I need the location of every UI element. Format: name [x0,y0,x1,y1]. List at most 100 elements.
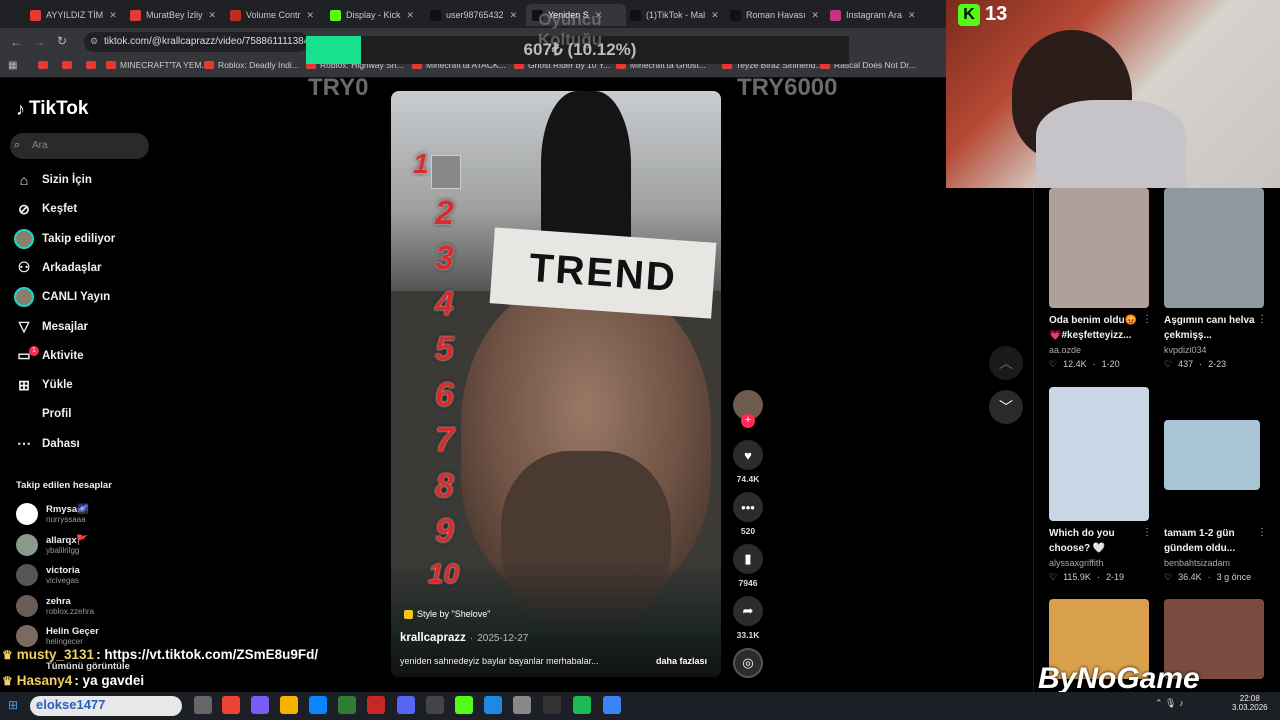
browser-tab[interactable]: Instagram Ara ✕ [830,4,926,26]
more-options-icon[interactable]: ⋮ [1142,314,1152,325]
taskbar-app-icon[interactable] [603,696,621,714]
following-item[interactable]: Rmysa🌌 nurryssaaa [16,503,89,525]
browser-tab[interactable]: Display - Kick ✕ [330,4,426,26]
tiktok-logo[interactable]: ♪ TikTok [16,98,88,120]
windows-start-icon[interactable]: ⊞ [8,698,18,712]
comment-button[interactable]: ••• 520 [733,492,763,536]
site-info-icon[interactable]: ⚙ [90,36,98,47]
more-options-icon[interactable]: ⋮ [1257,314,1267,325]
tab-label: Instagram Ara [846,10,903,20]
share-button[interactable]: ➦ 33.1K [733,596,763,640]
video-author[interactable]: krallcaprazz [400,632,466,644]
feed-caption[interactable]: choose? 🤍 [1049,542,1105,556]
taskbar-app-icon[interactable] [543,696,561,714]
youtube-bookmark-icon[interactable] [38,61,48,69]
music-disc-button[interactable]: ◎ [733,648,763,678]
more-link[interactable]: daha fazlası [656,656,707,666]
browser-tab[interactable]: Roman Havası ✕ [730,4,826,26]
feed-caption[interactable]: gündem oldu... [1164,542,1235,556]
taskbar-app-icon[interactable] [426,696,444,714]
sidebar-item[interactable]: ▽ Mesajlar [14,315,88,339]
feed-username[interactable]: kvpdizi034 [1164,345,1207,355]
taskbar-app-icon[interactable] [309,696,327,714]
taskbar-app-icon[interactable] [251,696,269,714]
clock[interactable]: 22:08 3.03.2026 [1232,694,1268,712]
sidebar-item[interactable]: Profil [14,402,71,426]
url-field[interactable]: tiktok.com/@krallcaprazz/video/758861111… [84,32,308,52]
feed-username[interactable]: aa.ozde [1049,345,1081,355]
sidebar-item[interactable]: ⊘ Keşfet [14,197,77,221]
tab-close-icon[interactable]: ✕ [908,10,916,21]
feed-caption[interactable]: 💗#keşfetteyizz... [1049,329,1132,343]
back-icon[interactable]: ← [10,35,22,49]
youtube-bookmark-icon[interactable] [62,61,72,69]
taskbar-app-icon[interactable] [573,696,591,714]
forward-icon[interactable]: → [33,35,45,49]
youtube-bookmark-icon[interactable] [86,61,96,69]
apps-icon[interactable]: ▦ [8,60,17,71]
next-video-button[interactable]: ﹀ [989,390,1023,424]
feed-thumbnail[interactable] [1049,188,1149,308]
tab-label: Roman Havası [746,10,806,20]
following-item[interactable]: victoria vicivegas [16,564,80,586]
sidebar-item[interactable]: ⚇ Arkadaşlar [14,256,102,280]
feed-meta: 2-19 [1105,572,1124,582]
browser-tab[interactable]: AYYILDIZ TİM ✕ [30,4,126,26]
taskbar-app-icon[interactable] [455,696,473,714]
taskbar-app-icon[interactable] [338,696,356,714]
sidebar-item[interactable]: ⋯ Dahası [14,432,80,456]
follow-plus-icon[interactable]: + [741,414,755,428]
browser-tab[interactable]: Volume Contr ✕ [230,4,326,26]
feed-caption[interactable]: çekmişş... [1164,329,1212,343]
following-item[interactable]: Helin Geçer helingecer [16,625,99,647]
feed-divider [1033,188,1034,692]
following-username: helingecer [46,637,83,646]
feed-username[interactable]: alyssaxgriffith [1049,558,1103,568]
style-tag[interactable]: Style by "Shelove" [404,609,490,619]
feed-caption[interactable]: Aşgımın canı helva [1164,314,1255,328]
sidebar-item[interactable]: ⌂ Sizin İçin [14,168,92,192]
sidebar-item[interactable]: ⊞ Yükle [14,373,73,397]
see-all-link[interactable]: Tümünü görüntüle [46,661,130,672]
like-button[interactable]: ♥ 74.4K [733,440,763,484]
feed-thumbnail[interactable] [1164,188,1264,308]
search-input[interactable]: Ara [10,133,149,159]
taskbar-app-icon[interactable] [280,696,298,714]
following-item[interactable]: allarqx🚩 ybalilrilgg [16,533,88,556]
tab-close-icon[interactable]: ✕ [209,10,217,21]
sidebar-item[interactable]: Takip ediliyor [14,227,115,251]
taskbar-app-icon[interactable] [222,696,240,714]
bookmark-item[interactable]: MINECRAFT'TA YEM... [106,60,209,70]
taskbar [0,692,1280,720]
browser-tab[interactable]: MuratBey İzliy ✕ [130,4,226,26]
more-options-icon[interactable]: ⋮ [1142,527,1152,538]
feed-thumbnail[interactable] [1049,387,1149,521]
feed-thumbnail[interactable] [1164,420,1260,490]
taskbar-app-icon[interactable] [397,696,415,714]
taskbar-app-icon[interactable] [513,696,531,714]
feed-caption[interactable]: Which do you [1049,527,1115,541]
sidebar-item-label: CANLI Yayın [42,291,111,304]
bookmark-item[interactable]: Roblox: Deadly Indi... [204,60,299,70]
feed-caption[interactable]: Oda benim oldu😡 [1049,314,1137,328]
sidebar-item[interactable]: ▭ Aktivite [14,344,83,368]
feed-caption[interactable]: tamam 1-2 gün [1164,527,1235,541]
tab-close-icon[interactable]: ✕ [109,10,117,21]
taskbar-app-icon[interactable] [194,696,212,714]
browser-tab[interactable]: (1)TikTok - Mal ✕ [630,4,726,26]
taskbar-app-icon[interactable] [484,696,502,714]
tab-close-icon[interactable]: ✕ [711,10,719,21]
taskbar-app-icon[interactable] [367,696,385,714]
sidebar-item[interactable]: CANLI Yayın [14,285,110,309]
kick-logo-icon: K [958,4,980,26]
previous-video-button[interactable]: ︿ [989,346,1023,380]
following-item[interactable]: zehra roblox.zzehra [16,594,94,617]
reload-icon[interactable]: ↻ [57,34,67,48]
feed-username[interactable]: benbahtsizadam [1164,558,1230,568]
ranking-number: 9 [435,512,454,550]
tab-close-icon[interactable]: ✕ [812,10,820,21]
more-options-icon[interactable]: ⋮ [1257,527,1267,538]
save-button[interactable]: ▮ 7946 [733,544,763,588]
tab-close-icon[interactable]: ✕ [307,10,315,21]
tab-close-icon[interactable]: ✕ [407,10,415,21]
